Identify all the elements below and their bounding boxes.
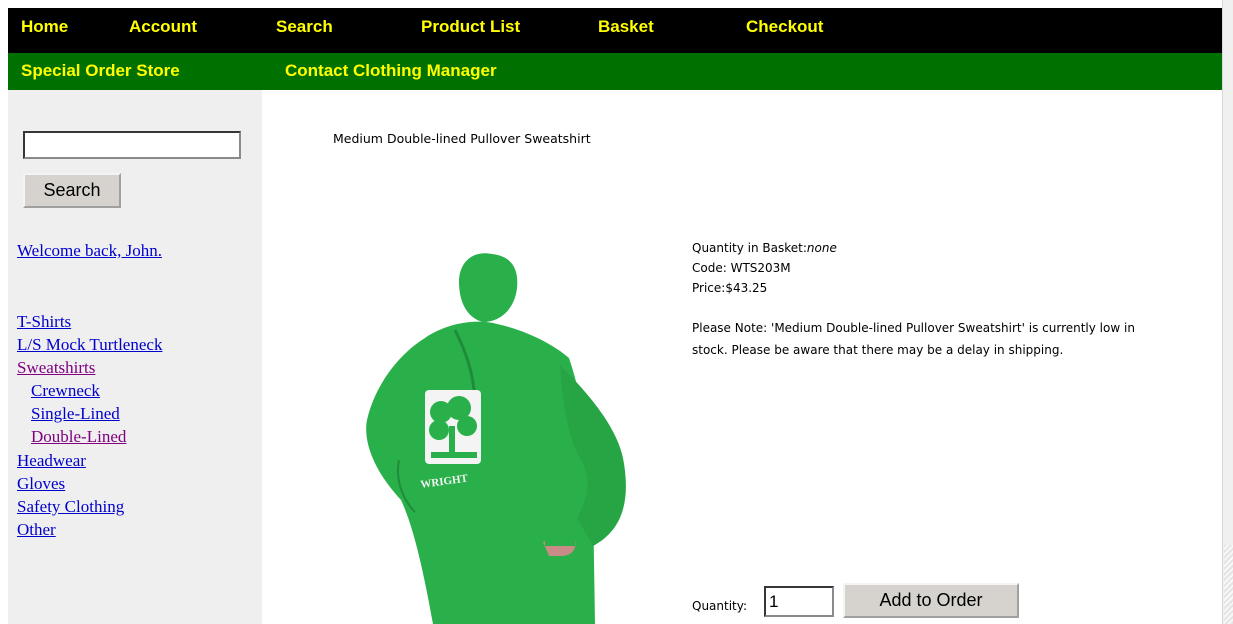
secondary-nav-bar: Special Order Store Contact Clothing Man… xyxy=(8,53,1222,90)
sidebar-item-gloves[interactable]: Gloves xyxy=(17,474,65,494)
special-order-store-link[interactable]: Special Order Store xyxy=(21,61,180,81)
vertical-scrollbar[interactable] xyxy=(1222,0,1233,624)
sidebar-item-headwear[interactable]: Headwear xyxy=(17,451,86,471)
sidebar-item-double-lined[interactable]: Double-Lined xyxy=(31,427,126,447)
sidebar-item-crewneck[interactable]: Crewneck xyxy=(31,381,100,401)
product-image-sweatshirt: WRIGHT xyxy=(366,253,626,624)
nav-product-list-link[interactable]: Product List xyxy=(421,17,520,37)
sidebar-item-sweatshirts[interactable]: Sweatshirts xyxy=(17,358,95,378)
quantity-in-basket: Quantity in Basket:none xyxy=(692,241,837,255)
quantity-label: Quantity: xyxy=(692,599,748,613)
nav-search-link[interactable]: Search xyxy=(276,17,333,37)
nav-checkout-link[interactable]: Checkout xyxy=(746,17,823,37)
welcome-link[interactable]: Welcome back, John. xyxy=(17,241,162,261)
quantity-input[interactable] xyxy=(764,586,834,617)
sidebar-item-turtleneck[interactable]: L/S Mock Turtleneck xyxy=(17,335,162,355)
nav-home-link[interactable]: Home xyxy=(21,17,68,37)
search-input[interactable] xyxy=(23,131,241,159)
sidebar-item-single-lined[interactable]: Single-Lined xyxy=(31,404,120,424)
product-code: Code: WTS203M xyxy=(692,261,791,275)
product-price: Price:$43.25 xyxy=(692,281,768,295)
product-title: Medium Double-lined Pullover Sweatshirt xyxy=(333,131,591,146)
scrollbar-thumb[interactable] xyxy=(1224,545,1233,624)
sidebar-item-safety-clothing[interactable]: Safety Clothing xyxy=(17,497,124,517)
search-button[interactable]: Search xyxy=(23,173,121,208)
stock-note-line-1: Please Note: 'Medium Double-lined Pullov… xyxy=(692,321,1135,335)
nav-account-link[interactable]: Account xyxy=(129,17,197,37)
sidebar-item-tshirts[interactable]: T-Shirts xyxy=(17,312,71,332)
add-to-order-button[interactable]: Add to Order xyxy=(843,583,1019,618)
top-nav-bar: Home Account Search Product List Basket … xyxy=(8,8,1222,53)
nav-basket-link[interactable]: Basket xyxy=(598,17,654,37)
contact-clothing-manager-link[interactable]: Contact Clothing Manager xyxy=(285,61,497,81)
sidebar-item-other[interactable]: Other xyxy=(17,520,56,540)
stock-note-line-2: stock. Please be aware that there may be… xyxy=(692,343,1064,357)
sidebar: Search Welcome back, John. T-Shirts L/S … xyxy=(8,90,262,624)
